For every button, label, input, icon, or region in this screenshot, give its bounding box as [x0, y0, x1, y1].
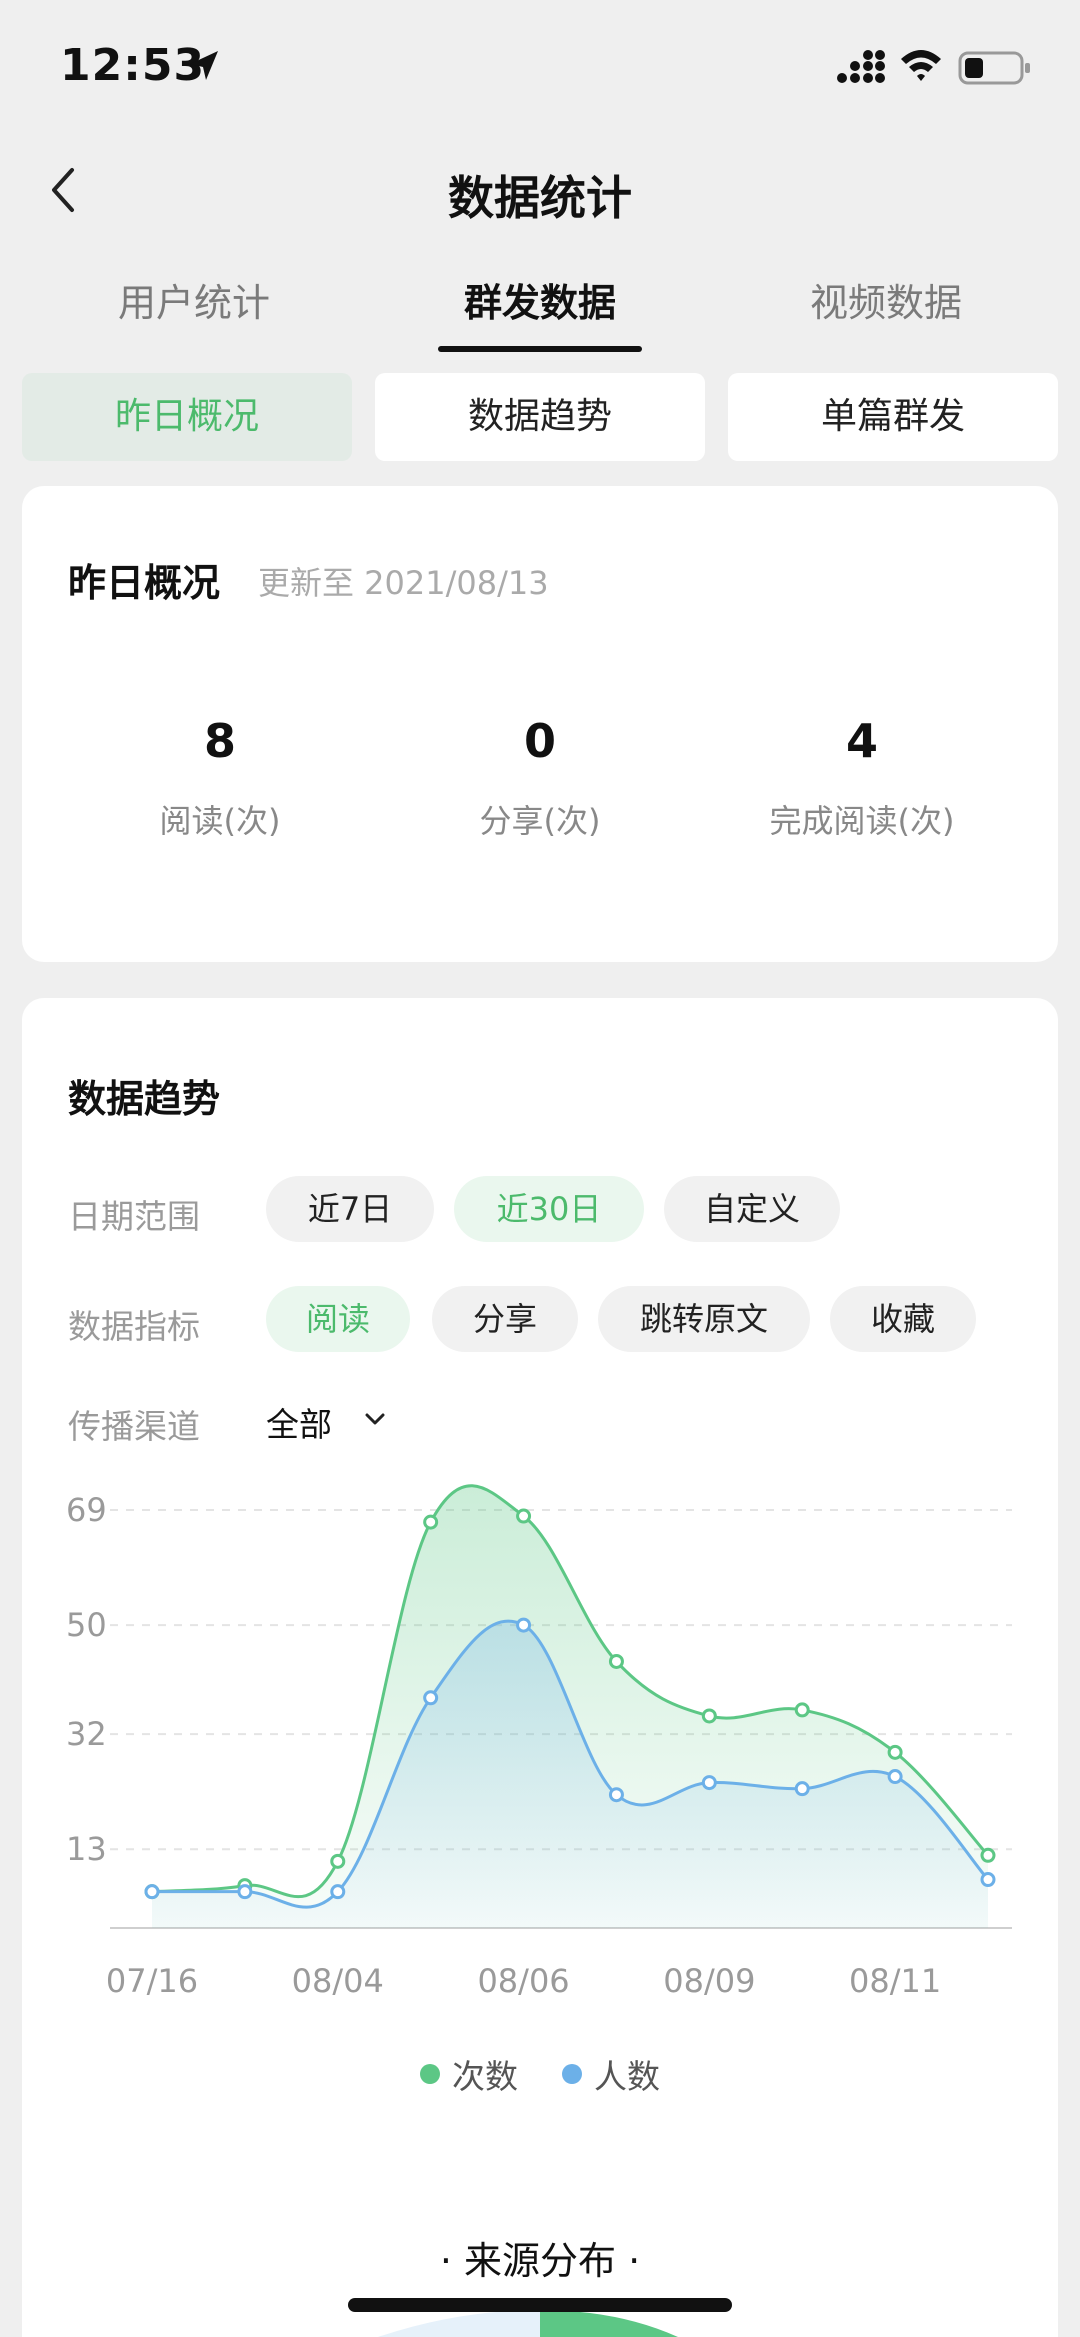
- page-title: 数据统计: [448, 171, 632, 225]
- data-point: [608, 1653, 624, 1669]
- metric-option-favorite[interactable]: 收藏: [830, 1286, 976, 1352]
- overview-card: 昨日概况 更新至 2021/08/13 8 阅读(次) 0 分享(次) 4 完成…: [22, 486, 1058, 962]
- subtab-data-trend[interactable]: 数据趋势: [375, 373, 705, 461]
- subtab-single-send[interactable]: 单篇群发: [728, 373, 1058, 461]
- status-bar: 12:53: [0, 0, 1080, 140]
- update-time: 更新至 2021/08/13: [258, 564, 549, 602]
- data-point: [330, 1884, 346, 1900]
- metric-label: 数据指标: [68, 1307, 200, 1346]
- data-point: [330, 1853, 346, 1869]
- stat-reads-label: 阅读(次): [159, 802, 281, 840]
- y-tick-label: 13: [66, 1830, 107, 1868]
- y-tick-label: 32: [66, 1715, 107, 1753]
- stat-shares-label: 分享(次): [479, 802, 601, 840]
- x-tick-label: 08/04: [292, 1962, 384, 2000]
- x-tick-label: 07/16: [106, 1962, 198, 2000]
- metric-option-read[interactable]: 阅读: [266, 1286, 410, 1352]
- metric-option-share[interactable]: 分享: [432, 1286, 578, 1352]
- navigation-bar: 数据统计: [0, 140, 1080, 240]
- legend-count-label: 次数: [452, 2057, 518, 2096]
- y-tick-label: 50: [66, 1606, 107, 1644]
- stat-completed-value: 4: [845, 714, 878, 768]
- x-tick-label: 08/11: [849, 1962, 941, 2000]
- stat-shares-value: 0: [523, 714, 556, 768]
- tab-mass-send-data[interactable]: 群发数据: [410, 272, 670, 327]
- legend-count[interactable]: 次数: [420, 2050, 518, 2098]
- data-point: [887, 1744, 903, 1760]
- status-time: 12:53: [60, 40, 206, 91]
- cellular-signal-icon: [837, 50, 885, 83]
- trend-title: 数据趋势: [68, 1077, 221, 1121]
- data-point: [794, 1781, 810, 1797]
- chevron-down-icon[interactable]: [362, 1410, 388, 1428]
- metric-option-jump-original[interactable]: 跳转原文: [598, 1286, 810, 1352]
- date-option-7d[interactable]: 近7日: [266, 1176, 434, 1242]
- stat-reads: 8 阅读(次): [70, 714, 370, 842]
- data-point: [423, 1514, 439, 1530]
- date-option-30d[interactable]: 近30日: [454, 1176, 644, 1242]
- data-point: [887, 1769, 903, 1785]
- channel-select[interactable]: 全部: [266, 1398, 332, 1446]
- x-tick-label: 08/06: [477, 1962, 569, 2000]
- chart-legend: 次数 人数: [22, 2050, 1058, 2100]
- main-tabs: 用户统计 群发数据 视频数据: [0, 262, 1080, 352]
- legend-people-dot: [562, 2064, 582, 2084]
- data-point: [794, 1702, 810, 1718]
- location-arrow-icon: [190, 51, 218, 80]
- data-point: [701, 1708, 717, 1724]
- legend-people[interactable]: 人数: [562, 2050, 660, 2098]
- overview-title: 昨日概况: [68, 561, 221, 605]
- date-option-custom[interactable]: 自定义: [664, 1176, 840, 1242]
- wifi-icon: [901, 50, 941, 81]
- stat-completed-reads: 4 完成阅读(次): [712, 714, 1012, 842]
- data-point: [701, 1775, 717, 1791]
- data-point: [423, 1690, 439, 1706]
- trend-chart: 13 32 50 69 07/16 08/04 08/06 08/09 08/11: [66, 1484, 1012, 2000]
- data-point: [144, 1884, 160, 1900]
- active-tab-indicator: [438, 346, 642, 352]
- legend-count-dot: [420, 2064, 440, 2084]
- channel-label: 传播渠道: [68, 1407, 200, 1446]
- stat-shares: 0 分享(次): [390, 714, 690, 842]
- tab-user-stats[interactable]: 用户统计: [64, 272, 324, 327]
- stat-completed-label: 完成阅读(次): [769, 802, 955, 840]
- legend-people-label: 人数: [594, 2057, 660, 2096]
- stat-reads-value: 8: [203, 714, 236, 768]
- data-point: [237, 1884, 253, 1900]
- data-point: [516, 1508, 532, 1524]
- source-pie-chart: [378, 2310, 678, 2337]
- y-tick-label: 69: [66, 1491, 107, 1529]
- x-tick-label: 08/09: [663, 1962, 755, 2000]
- data-point: [608, 1787, 624, 1803]
- subtab-yesterday-overview[interactable]: 昨日概况: [22, 373, 352, 461]
- data-point: [516, 1617, 532, 1633]
- data-point: [980, 1847, 996, 1863]
- home-indicator: [348, 2298, 732, 2312]
- tab-video-data[interactable]: 视频数据: [756, 272, 1016, 327]
- data-point: [980, 1872, 996, 1888]
- trend-card: 数据趋势 日期范围 近7日 近30日 自定义 数据指标 阅读 分享 跳转原文 收…: [22, 998, 1058, 2337]
- battery-icon: [958, 51, 1030, 85]
- date-range-label: 日期范围: [68, 1197, 200, 1236]
- source-distribution-title: · 来源分布 ·: [439, 2239, 641, 2283]
